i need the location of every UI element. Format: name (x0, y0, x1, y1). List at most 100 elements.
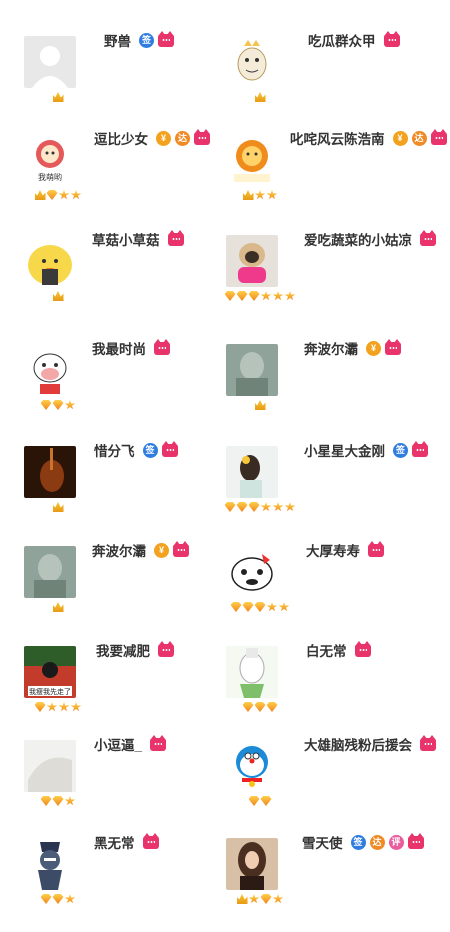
avatar[interactable] (226, 838, 278, 890)
star-medal-icon (266, 190, 278, 200)
user-card[interactable]: 白无常 (226, 640, 436, 740)
user-card[interactable]: 草菇小草菇 (24, 229, 234, 329)
diamond-medal-icon (224, 502, 236, 512)
crown-medal-icon (254, 92, 266, 102)
avatar[interactable] (24, 344, 76, 396)
user-name-link[interactable]: 大厚寿寿 (306, 540, 360, 560)
user-name-link[interactable]: 草菇小草菇 (92, 229, 160, 249)
avatar[interactable] (226, 740, 278, 792)
user-name-link[interactable]: 大雄脑残粉后援会 (304, 734, 412, 754)
user-card[interactable]: 叱咤风云陈浩南 ¥ 达 (226, 128, 447, 228)
avatar[interactable] (226, 134, 278, 186)
girl-photo (226, 446, 278, 498)
avatar[interactable] (24, 36, 76, 88)
diamond-medal-icon (254, 602, 266, 612)
medal-list (20, 291, 96, 301)
user-card[interactable]: 我瘦我先走了 我要减肥 (24, 640, 234, 740)
user-card[interactable]: 大雄脑残粉后援会 (226, 734, 436, 834)
user-card[interactable]: 小星星大金刚签 (224, 440, 436, 540)
avatar[interactable] (24, 446, 76, 498)
avatar[interactable] (24, 838, 76, 890)
user-name-link[interactable]: 奔波尔灞 (304, 338, 358, 358)
user-name-link[interactable]: 我最时尚 (92, 338, 146, 358)
user-card[interactable]: 小逗逼_ (24, 734, 234, 834)
diamond-medal-icon (236, 502, 248, 512)
star-medal-icon (272, 291, 284, 301)
user-name-link[interactable]: 逗比少女 (94, 128, 148, 148)
user-name-link[interactable]: 野兽 (104, 30, 131, 50)
user-name-link[interactable]: 小逗逼_ (94, 734, 142, 754)
badge-sign-icon: 签 (350, 834, 366, 850)
diamond-medal-icon (230, 602, 242, 612)
diamond-medal-icon (248, 502, 260, 512)
name-row: 我要减肥 (96, 640, 174, 660)
user-card[interactable]: 野兽签 (24, 30, 234, 130)
star-medal-icon (58, 190, 70, 200)
name-row: 白无常 (306, 640, 371, 660)
star-medal-icon (70, 190, 82, 200)
avatar[interactable] (226, 646, 278, 698)
name-row: 我最时尚 (92, 338, 170, 358)
name-row: 奔波尔灞 ¥ (92, 540, 189, 560)
diamond-medal-icon (34, 702, 46, 712)
crown-medal-icon (52, 291, 64, 301)
user-name-link[interactable]: 黑无常 (94, 832, 135, 852)
user-card[interactable]: 我最时尚 (24, 338, 234, 438)
user-card[interactable]: 奔波尔灞 ¥ (24, 540, 234, 640)
diamond-medal-icon (52, 796, 64, 806)
user-name-link[interactable]: 惜分飞 (94, 440, 135, 460)
name-row: 逗比少女 ¥ 达 (94, 128, 210, 148)
svg-text:我萌哟: 我萌哟 (38, 172, 62, 182)
user-name-link[interactable]: 雪天使 (302, 832, 343, 852)
user-name-link[interactable]: 吃瓜群众甲 (308, 30, 376, 50)
avatar[interactable] (24, 546, 76, 598)
diamond-medal-icon (52, 400, 64, 410)
dog-photo (226, 235, 278, 287)
user-name-link[interactable]: 小星星大金刚 (304, 440, 385, 460)
star-medal-icon (266, 602, 278, 612)
vip-cat-icon (173, 540, 189, 557)
diamond-medal-icon (260, 894, 272, 904)
star-medal-icon (254, 190, 266, 200)
user-card[interactable]: 雪天使签达评 (226, 832, 436, 932)
badge-yen-icon: ¥ (154, 542, 169, 558)
diamond-medal-icon (224, 291, 236, 301)
user-name-link[interactable]: 奔波尔灞 (92, 540, 146, 560)
avatar[interactable] (226, 235, 278, 287)
user-card[interactable]: 爱吃蔬菜的小姑凉 (224, 229, 436, 329)
name-row: 吃瓜群众甲 (308, 30, 400, 50)
user-card[interactable]: 惜分飞签 (24, 440, 234, 540)
vip-cat-icon (385, 338, 401, 355)
user-name-link[interactable]: 爱吃蔬菜的小姑凉 (304, 229, 412, 249)
medal-list (222, 894, 298, 904)
avatar[interactable]: 我瘦我先走了 (24, 646, 76, 698)
name-row: 小逗逼_ (94, 734, 167, 754)
star-medal-icon (70, 702, 82, 712)
badge-yen-icon: ¥ (156, 130, 171, 146)
avatar[interactable]: 我萌哟 (24, 134, 76, 186)
user-name-link[interactable]: 白无常 (306, 640, 347, 660)
user-card[interactable]: 大厚寿寿 (226, 540, 436, 640)
avatar[interactable] (24, 235, 76, 287)
kitty-avatar (226, 546, 278, 598)
user-card[interactable]: 我萌哟 逗比少女 ¥ 达 (24, 128, 234, 228)
avatar[interactable] (226, 36, 278, 88)
user-name-link[interactable]: 我要减肥 (96, 640, 150, 660)
avatar[interactable] (226, 344, 278, 396)
vip-cat-icon (407, 832, 424, 849)
badge-da-icon: 达 (369, 834, 385, 850)
user-name-link[interactable]: 叱咤风云陈浩南 (290, 128, 385, 148)
avatar[interactable] (24, 740, 76, 792)
medal-list (20, 894, 96, 904)
star-medal-icon (278, 602, 290, 612)
avatar[interactable] (226, 546, 278, 598)
diamond-medal-icon (40, 796, 52, 806)
user-card[interactable]: 吃瓜群众甲 (226, 30, 436, 130)
user-card[interactable]: 奔波尔灞 ¥ (226, 338, 436, 438)
ghost-avatar (226, 646, 278, 698)
diamond-medal-icon (242, 702, 254, 712)
meme-photo: 我瘦我先走了 (24, 646, 76, 698)
name-row: 爱吃蔬菜的小姑凉 (304, 229, 436, 249)
user-card[interactable]: 黑无常 (24, 832, 234, 932)
avatar[interactable] (226, 446, 278, 498)
